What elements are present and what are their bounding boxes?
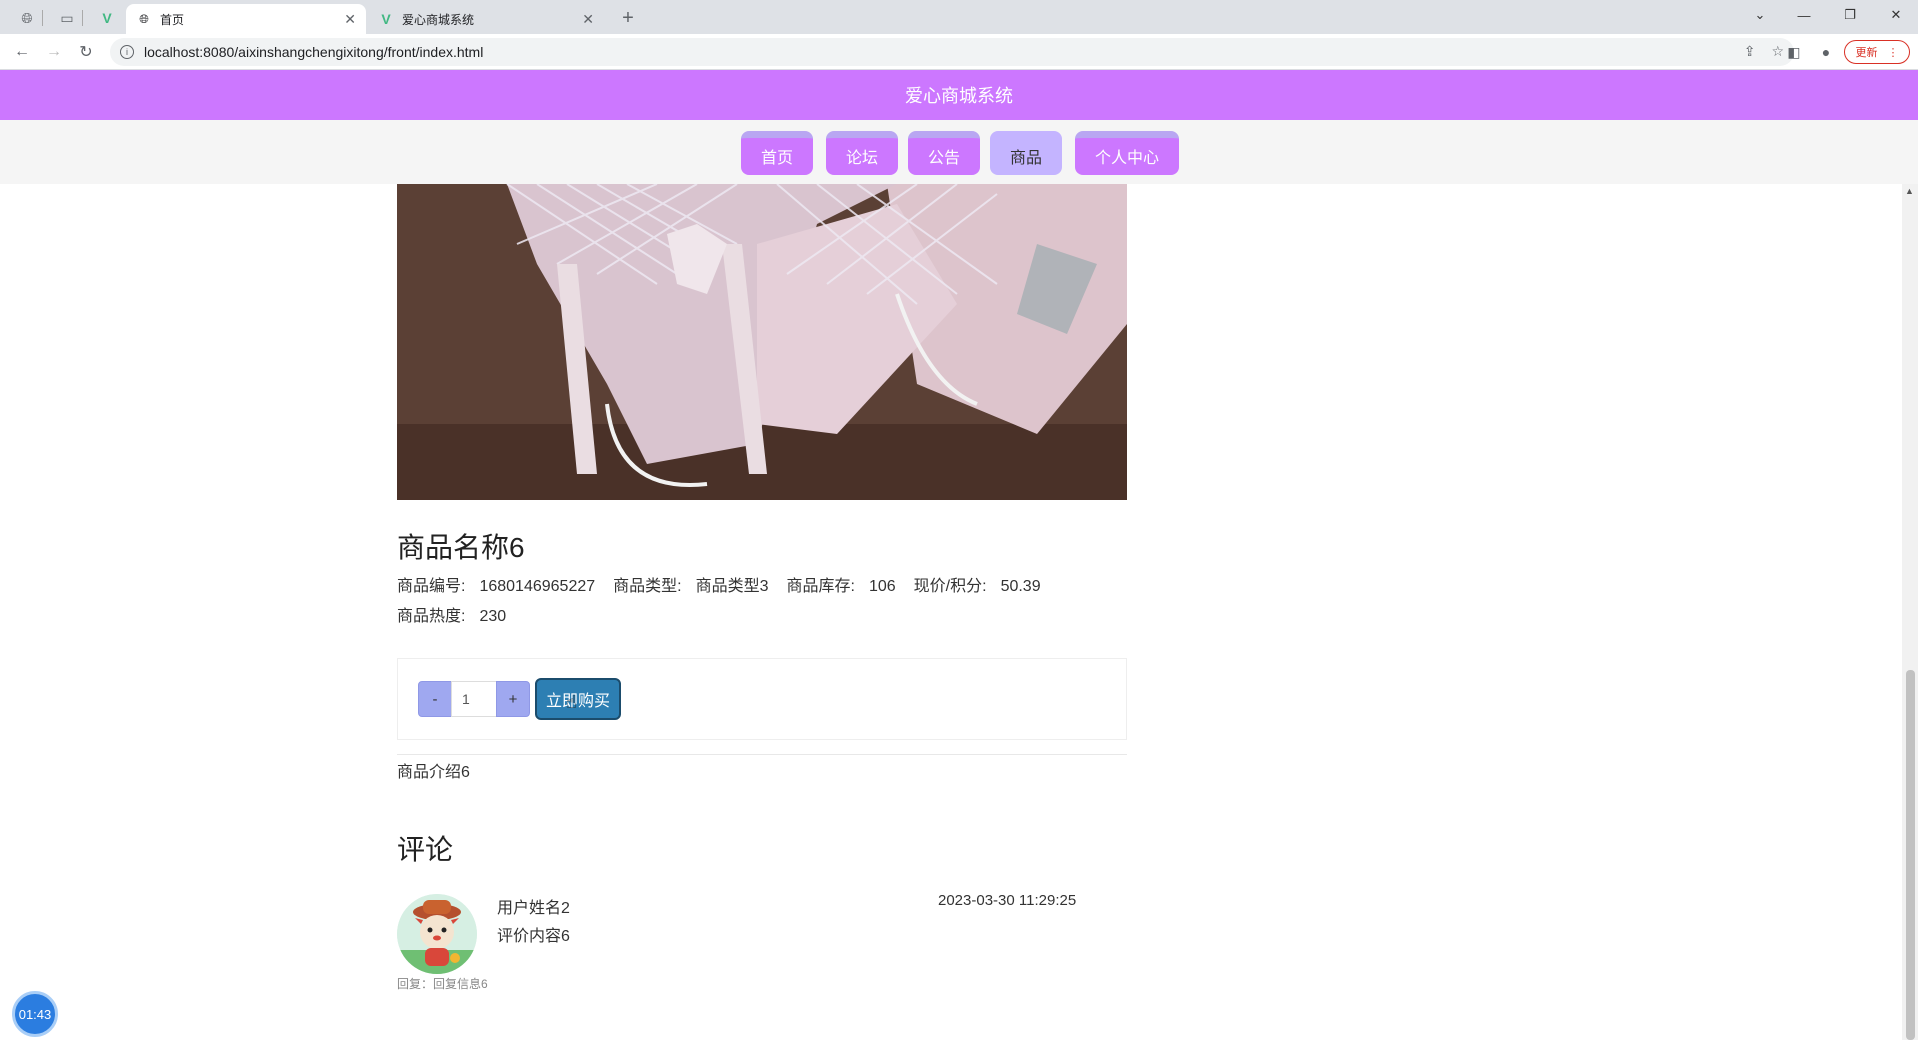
product-code: 1680146965227 (479, 578, 596, 595)
quantity-decrease-button[interactable]: - (418, 681, 452, 717)
quantity-input[interactable] (451, 681, 497, 717)
close-icon[interactable]: ✕ (582, 11, 594, 28)
scrollbar-thumb[interactable] (1906, 670, 1915, 1040)
reload-icon[interactable]: ↻ (74, 40, 98, 64)
browser-tab-shop[interactable]: V 爱心商城系统 ✕ (368, 4, 604, 34)
site-header: 爱心商城系统 (0, 70, 1918, 120)
comments-title: 评论 (397, 834, 454, 865)
recording-timer[interactable]: 01:43 (12, 991, 58, 1037)
address-bar[interactable]: i localhost:8080/aixinshangchengixitong/… (110, 38, 1794, 66)
comment-content: 评价内容6 (497, 928, 570, 945)
product-name: 商品名称6 (397, 532, 525, 563)
site-info-icon[interactable]: i (120, 45, 134, 59)
minimize-button[interactable]: — (1782, 0, 1826, 30)
product-type-label: 商品类型: (613, 578, 682, 595)
update-label: 更新 (1855, 47, 1878, 59)
tab-separator (42, 10, 43, 26)
nav-item-notice[interactable]: 公告 (908, 131, 980, 175)
site-title: 爱心商城系统 (905, 86, 1013, 106)
comment-reply: 回复：回复信息6 (397, 977, 488, 991)
close-window-button[interactable]: ✕ (1874, 0, 1918, 30)
product-image (397, 184, 1127, 500)
restore-button[interactable]: ❐ (1828, 0, 1872, 30)
comment-user: 用户姓名2 (497, 900, 570, 917)
back-icon[interactable]: ← (10, 40, 34, 64)
mouse-cursor-icon: ☝ (566, 692, 577, 712)
nav-item-products[interactable]: 商品 (990, 131, 1062, 175)
buy-now-button[interactable]: 立即购买 (535, 678, 621, 720)
product-code-label: 商品编号: (397, 578, 466, 595)
quantity-increase-button[interactable]: + (496, 681, 530, 717)
tab-title: 首页 (160, 12, 185, 27)
forward-icon[interactable]: → (42, 40, 66, 64)
vue-logo-icon: V (381, 11, 391, 27)
vue-logo-icon[interactable]: V (92, 6, 122, 30)
divider (397, 754, 1127, 755)
product-stock: 106 (868, 578, 896, 595)
scroll-up-arrow-icon[interactable]: ▲ (1905, 186, 1914, 196)
browser-toolbar: ← → ↻ i localhost:8080/aixinshangchengix… (0, 34, 1918, 70)
close-icon[interactable]: ✕ (344, 11, 356, 28)
product-meta-row: 商品编号: 1680146965227 商品类型: 商品类型3 商品库存: 106 现价/积… (397, 572, 1059, 596)
product-type: 商品类型3 (695, 578, 769, 595)
product-price: 50.39 (1000, 578, 1041, 595)
nav-item-forum[interactable]: 论坛 (826, 131, 898, 175)
main-nav: 首页 论坛 公告 商品 个人中心 (0, 120, 1918, 184)
purchase-box: - + 立即购买 (397, 658, 1127, 740)
product-meta-row-2: 商品热度: 230 (397, 602, 524, 626)
nav-item-home[interactable]: 首页 (741, 131, 813, 175)
update-button[interactable]: 更新 ⋮ (1844, 40, 1910, 64)
browser-tab-strip: 🌐︎ ▭ V 🌐︎ 首页 ✕ V 爱心商城系统 ✕ + ⌄ — ❐ ✕ (0, 0, 1918, 34)
new-tab-button[interactable]: + (614, 4, 642, 32)
browser-tab-home[interactable]: 🌐︎ 首页 ✕ (126, 4, 366, 34)
comment-time: 2023-03-30 11:29:25 (938, 892, 1077, 909)
product-stock-label: 商品库存: (786, 578, 855, 595)
blank-page-icon[interactable]: ▭ (52, 6, 82, 30)
globe-icon[interactable]: 🌐︎ (12, 6, 42, 30)
url-text: localhost:8080/aixinshangchengixitong/fr… (144, 44, 484, 60)
product-intro: 商品介绍6 (397, 764, 470, 781)
share-icon[interactable]: ⇪ (1744, 43, 1756, 60)
product-price-label: 现价/积分: (913, 578, 987, 595)
product-heat-label: 商品热度: (397, 608, 466, 625)
globe-icon: 🌐︎ (139, 11, 149, 26)
bookmark-star-icon[interactable]: ☆ (1771, 43, 1784, 60)
avatar (397, 894, 477, 974)
tab-separator (82, 10, 83, 26)
nav-item-profile[interactable]: 个人中心 (1075, 131, 1179, 175)
tab-search-icon[interactable]: ⌄ (1738, 0, 1782, 30)
profile-icon[interactable]: ● (1816, 42, 1836, 62)
product-heat: 230 (479, 608, 507, 625)
menu-dots-icon: ⋮ (1887, 46, 1899, 59)
tab-title: 爱心商城系统 (402, 12, 475, 27)
side-panel-icon[interactable]: ◧ (1784, 42, 1804, 62)
